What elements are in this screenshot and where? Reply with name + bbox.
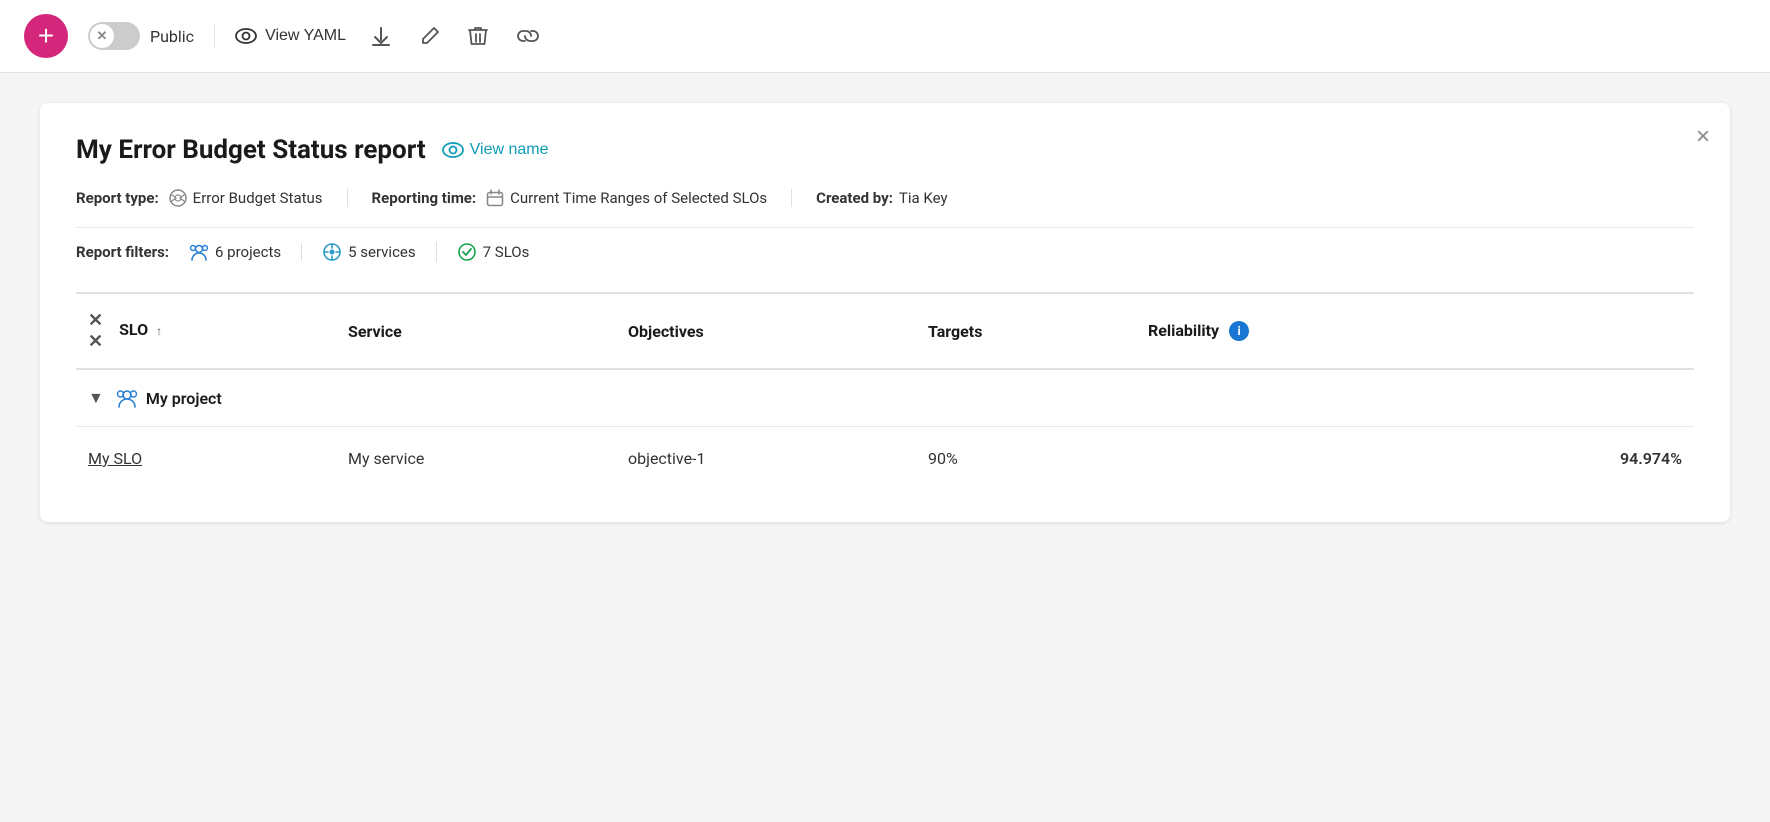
reliability-info-icon[interactable]: i: [1229, 321, 1249, 341]
trash-icon: [468, 25, 488, 47]
slo-column-label: SLO: [119, 320, 148, 339]
targets-column-label: Targets: [928, 322, 982, 341]
th-targets: Targets: [916, 293, 1136, 369]
filters-label: Report filters:: [76, 243, 169, 261]
reporting-time-value: Current Time Ranges of Selected SLOs: [510, 189, 767, 207]
meta-report-type: Report type: Error Budget Status: [76, 189, 348, 207]
service-cell: My service: [336, 427, 616, 491]
view-name-label: View name: [470, 141, 549, 159]
view-yaml-button[interactable]: View YAML: [235, 27, 346, 45]
delete-button[interactable]: [464, 21, 492, 51]
report-table: ✕✕ SLO ↑ Service Objectives Targets Reli: [76, 292, 1694, 490]
edit-icon: [420, 26, 440, 46]
close-button[interactable]: ×: [1696, 123, 1710, 151]
reporting-time-label: Reporting time:: [372, 189, 477, 207]
report-type-icon: [169, 189, 187, 207]
sort-arrow-icon[interactable]: ↑: [156, 324, 162, 338]
toggle-label: Public: [150, 27, 194, 46]
service-column-label: Service: [348, 322, 402, 341]
th-reliability: Reliability i: [1136, 293, 1694, 369]
toggle-x-icon: ✕: [97, 29, 108, 44]
main-content: × My Error Budget Status report View nam…: [0, 73, 1770, 821]
eye-icon: [235, 28, 257, 44]
view-yaml-label: View YAML: [265, 27, 346, 45]
slo-link[interactable]: My SLO: [88, 449, 142, 468]
edit-button[interactable]: [416, 22, 444, 50]
report-type-label: Report type:: [76, 189, 159, 207]
view-name-eye-icon: [442, 142, 464, 158]
filter-projects: 6 projects: [189, 243, 302, 261]
projects-icon: [189, 243, 209, 261]
slo-cell: My SLO: [76, 427, 336, 491]
link-icon: [516, 29, 540, 43]
report-card: × My Error Budget Status report View nam…: [40, 103, 1730, 522]
calendar-icon: [486, 189, 504, 207]
report-header: My Error Budget Status report View name: [76, 135, 1694, 165]
created-by-label: Created by:: [816, 189, 893, 207]
targets-cell: 90%: [916, 427, 1136, 491]
report-filters: Report filters: 6 projects 5 services: [76, 242, 1694, 262]
project-group-icon: [116, 388, 138, 408]
th-service: Service: [336, 293, 616, 369]
download-icon: [370, 25, 392, 47]
created-by-value: Tia Key: [899, 189, 948, 207]
th-objectives: Objectives: [616, 293, 916, 369]
table-row: My SLO My service objective-1 90% 94.974…: [76, 427, 1694, 491]
toggle-knob: ✕: [90, 24, 114, 48]
link-button[interactable]: [512, 25, 544, 47]
meta-created-by: Created by: Tia Key: [816, 189, 971, 207]
toolbar-divider-1: [214, 24, 215, 48]
filter-services: 5 services: [322, 242, 437, 262]
collapse-all-icon[interactable]: ✕✕: [88, 310, 103, 352]
report-type-value: Error Budget Status: [193, 189, 323, 207]
reliability-cell: 94.974%: [1136, 427, 1694, 491]
th-slo: ✕✕ SLO ↑: [76, 293, 336, 369]
reliability-column-label: Reliability: [1148, 321, 1219, 340]
services-count: 5 services: [348, 243, 416, 261]
toggle-container: ✕ Public: [88, 22, 194, 50]
download-button[interactable]: [366, 21, 396, 51]
report-title: My Error Budget Status report: [76, 135, 426, 165]
add-button[interactable]: +: [24, 14, 68, 58]
project-name: My project: [146, 389, 222, 408]
project-chevron-icon[interactable]: ▼: [88, 388, 104, 408]
project-cell: ▼ My project: [88, 388, 1682, 408]
objectives-cell: objective-1: [616, 427, 916, 491]
objectives-column-label: Objectives: [628, 322, 704, 341]
meta-reporting-time: Reporting time: Current Time Ranges of S…: [372, 189, 793, 207]
filter-slos: 7 SLOs: [457, 242, 550, 262]
slos-count: 7 SLOs: [483, 243, 530, 261]
project-cell-container: ▼ My project: [76, 369, 1694, 427]
projects-count: 6 projects: [215, 243, 281, 261]
public-toggle[interactable]: ✕: [88, 22, 140, 50]
report-meta: Report type: Error Budget Status Reporti…: [76, 189, 1694, 228]
view-name-button[interactable]: View name: [442, 141, 549, 159]
project-row: ▼ My project: [76, 369, 1694, 427]
services-icon: [322, 242, 342, 262]
slos-icon: [457, 242, 477, 262]
toolbar: + ✕ Public View YAML: [0, 0, 1770, 73]
table-header-row: ✕✕ SLO ↑ Service Objectives Targets Reli: [76, 293, 1694, 369]
